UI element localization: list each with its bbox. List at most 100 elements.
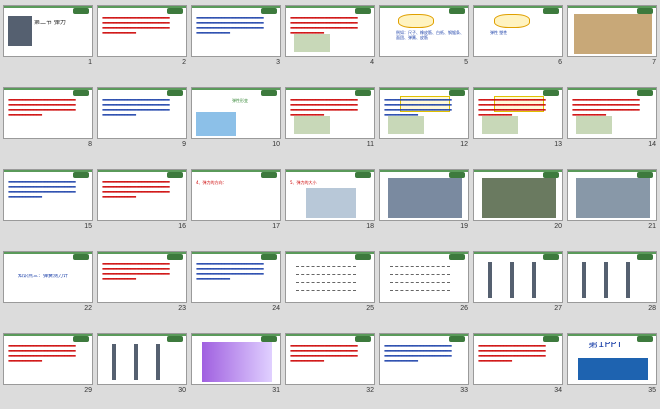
slide-text: 弹性形变 [232,98,248,103]
slide-thumbnail-11[interactable]: ▬▬▬▬▬▬▬▬▬▬▬▬ ▬▬▬▬▬▬▬▬▬▬▬▬ ▬▬▬▬▬▬▬▬▬▬▬▬ ▬… [284,86,378,152]
slide-preview: ▬▬▬▬▬▬▬▬▬▬▬▬ ▬▬▬▬▬▬▬▬▬▬▬▬ ▬▬▬▬▬▬▬▬▬▬▬▬ ▬… [285,333,375,385]
logo-badge [543,254,559,260]
slide-preview: ▬▬▬▬▬▬▬▬▬▬▬▬ ▬▬▬▬▬▬▬▬▬▬▬▬ ▬▬▬▬▬▬▬▬▬▬▬▬ ▬… [567,87,657,139]
slide-thumbnail-25[interactable]: 25 [284,250,378,316]
cloud-bubble [494,14,530,28]
slide-number: 1 [88,59,92,66]
slide-preview: 5、弹力的大小 [285,169,375,221]
slide-preview: ▬▬▬▬▬▬▬▬▬▬▬▬ ▬▬▬▬▬▬▬▬▬▬▬▬ ▬▬▬▬▬▬▬▬▬▬▬▬ ▬… [285,87,375,139]
logo-badge [167,172,183,178]
slide-number: 21 [648,223,656,230]
logo-badge [637,254,653,260]
slide-thumbnail-22[interactable]: 知识点三：弹簧测力计 22 [2,250,96,316]
slide-text: ▬▬▬▬▬▬▬▬▬▬▬▬ ▬▬▬▬▬▬▬▬▬▬▬▬ ▬▬▬▬▬▬▬▬▬▬▬▬ ▬… [290,343,358,363]
slide-preview: 弹性形变 [191,87,281,139]
slide-thumbnail-3[interactable]: ▬▬▬▬▬▬▬▬▬▬▬▬ ▬▬▬▬▬▬▬▬▬▬▬▬ ▬▬▬▬▬▬▬▬▬▬▬▬ ▬… [190,4,284,70]
logo-badge [167,254,183,260]
slide-number: 22 [84,305,92,312]
slide-thumbnail-29[interactable]: ▬▬▬▬▬▬▬▬▬▬▬▬ ▬▬▬▬▬▬▬▬▬▬▬▬ ▬▬▬▬▬▬▬▬▬▬▬▬ ▬… [2,332,96,398]
slide-number: 28 [648,305,656,312]
slide-preview [473,251,563,303]
slide-text: ▬▬▬▬▬▬▬▬▬▬▬▬ ▬▬▬▬▬▬▬▬▬▬▬▬ ▬▬▬▬▬▬▬▬▬▬▬▬ ▬… [102,97,170,117]
slide-preview: ▬▬▬▬▬▬▬▬▬▬▬▬ ▬▬▬▬▬▬▬▬▬▬▬▬ ▬▬▬▬▬▬▬▬▬▬▬▬ ▬… [379,333,469,385]
logo-badge [543,8,559,14]
slide-thumbnail-2[interactable]: ▬▬▬▬▬▬▬▬▬▬▬▬ ▬▬▬▬▬▬▬▬▬▬▬▬ ▬▬▬▬▬▬▬▬▬▬▬▬ ▬… [96,4,190,70]
slide-text: ▬▬▬▬▬▬▬▬▬▬▬▬ ▬▬▬▬▬▬▬▬▬▬▬▬ ▬▬▬▬▬▬▬▬▬▬▬▬ ▬… [290,15,358,35]
slide-thumbnail-10[interactable]: 弹性形变 10 [190,86,284,152]
slide-preview: 例如：尺子、橡皮筋、白纸、钢锯条、面团、弹簧、皮筋 [379,5,469,57]
slide-thumbnail-15[interactable]: ▬▬▬▬▬▬▬▬▬▬▬▬ ▬▬▬▬▬▬▬▬▬▬▬▬ ▬▬▬▬▬▬▬▬▬▬▬▬ ▬… [2,168,96,234]
slide-thumbnail-21[interactable]: 21 [566,168,660,234]
slide-thumbnail-12[interactable]: ▬▬▬▬▬▬▬▬▬▬▬▬ ▬▬▬▬▬▬▬▬▬▬▬▬ ▬▬▬▬▬▬▬▬▬▬▬▬ ▬… [378,86,472,152]
spring-scale [112,344,116,380]
slide-preview [97,333,187,385]
slide-thumbnail-27[interactable]: 27 [472,250,566,316]
logo-badge [449,254,465,260]
slide-thumbnail-30[interactable]: 30 [96,332,190,398]
spring-line [296,282,356,285]
logo-badge [355,254,371,260]
slide-number: 9 [182,141,186,148]
slide-thumbnail-26[interactable]: 26 [378,250,472,316]
slide-text: ▬▬▬▬▬▬▬▬▬▬▬▬ ▬▬▬▬▬▬▬▬▬▬▬▬ ▬▬▬▬▬▬▬▬▬▬▬▬ ▬… [8,97,76,117]
slide-thumbnail-20[interactable]: 20 [472,168,566,234]
slide-thumbnail-33[interactable]: ▬▬▬▬▬▬▬▬▬▬▬▬ ▬▬▬▬▬▬▬▬▬▬▬▬ ▬▬▬▬▬▬▬▬▬▬▬▬ ▬… [378,332,472,398]
slide-preview: ▬▬▬▬▬▬▬▬▬▬▬▬ ▬▬▬▬▬▬▬▬▬▬▬▬ ▬▬▬▬▬▬▬▬▬▬▬▬ ▬… [97,87,187,139]
slide-thumbnail-32[interactable]: ▬▬▬▬▬▬▬▬▬▬▬▬ ▬▬▬▬▬▬▬▬▬▬▬▬ ▬▬▬▬▬▬▬▬▬▬▬▬ ▬… [284,332,378,398]
slide-preview: ▬▬▬▬▬▬▬▬▬▬▬▬ ▬▬▬▬▬▬▬▬▬▬▬▬ ▬▬▬▬▬▬▬▬▬▬▬▬ ▬… [97,5,187,57]
slide-thumbnail-18[interactable]: 5、弹力的大小 18 [284,168,378,234]
spring-scale [532,262,536,298]
slide-thumbnail-31[interactable]: 31 [190,332,284,398]
slide-number: 2 [182,59,186,66]
logo-badge [73,90,89,96]
slide-preview: 第二节 弹力 [3,5,93,57]
slide-text: ▬▬▬▬▬▬▬▬▬▬▬▬ ▬▬▬▬▬▬▬▬▬▬▬▬ ▬▬▬▬▬▬▬▬▬▬▬▬ ▬… [478,97,546,117]
slide-number: 25 [366,305,374,312]
slide-preview: ▬▬▬▬▬▬▬▬▬▬▬▬ ▬▬▬▬▬▬▬▬▬▬▬▬ ▬▬▬▬▬▬▬▬▬▬▬▬ ▬… [3,169,93,221]
slide-preview: 第1PPT [567,333,657,385]
slide-thumbnail-28[interactable]: 28 [566,250,660,316]
slide-thumbnail-7[interactable]: 7 [566,4,660,70]
slide-number: 32 [366,387,374,394]
slide-number: 11 [366,141,374,148]
slide-number: 23 [178,305,186,312]
slide-thumbnail-9[interactable]: ▬▬▬▬▬▬▬▬▬▬▬▬ ▬▬▬▬▬▬▬▬▬▬▬▬ ▬▬▬▬▬▬▬▬▬▬▬▬ ▬… [96,86,190,152]
slide-number: 20 [554,223,562,230]
slide-preview: 弹性 塑性 [473,5,563,57]
slide-text: 4、弹力的方向： [196,180,227,185]
illustration [196,112,236,136]
slide-text: 知识点三：弹簧测力计 [18,274,69,279]
logo-badge [355,90,371,96]
slide-thumbnail-35[interactable]: 第1PPT 35 [566,332,660,398]
slide-thumbnail-5[interactable]: 例如：尺子、橡皮筋、白纸、钢锯条、面团、弹簧、皮筋 5 [378,4,472,70]
slide-text: ▬▬▬▬▬▬▬▬▬▬▬▬ ▬▬▬▬▬▬▬▬▬▬▬▬ ▬▬▬▬▬▬▬▬▬▬▬▬ ▬… [572,97,640,117]
slide-number: 30 [178,387,186,394]
slide-thumbnail-1[interactable]: 第二节 弹力 1 [2,4,96,70]
slide-thumbnail-34[interactable]: ▬▬▬▬▬▬▬▬▬▬▬▬ ▬▬▬▬▬▬▬▬▬▬▬▬ ▬▬▬▬▬▬▬▬▬▬▬▬ ▬… [472,332,566,398]
slide-text: ▬▬▬▬▬▬▬▬▬▬▬▬ ▬▬▬▬▬▬▬▬▬▬▬▬ ▬▬▬▬▬▬▬▬▬▬▬▬ ▬… [8,343,76,363]
slide-text: ▬▬▬▬▬▬▬▬▬▬▬▬ ▬▬▬▬▬▬▬▬▬▬▬▬ ▬▬▬▬▬▬▬▬▬▬▬▬ ▬… [384,97,452,117]
slide-thumbnail-19[interactable]: 19 [378,168,472,234]
slide-number: 8 [88,141,92,148]
slide-thumbnail-23[interactable]: ▬▬▬▬▬▬▬▬▬▬▬▬ ▬▬▬▬▬▬▬▬▬▬▬▬ ▬▬▬▬▬▬▬▬▬▬▬▬ ▬… [96,250,190,316]
slide-preview [285,251,375,303]
slide-preview: ▬▬▬▬▬▬▬▬▬▬▬▬ ▬▬▬▬▬▬▬▬▬▬▬▬ ▬▬▬▬▬▬▬▬▬▬▬▬ ▬… [3,333,93,385]
slide-text: ▬▬▬▬▬▬▬▬▬▬▬▬ ▬▬▬▬▬▬▬▬▬▬▬▬ ▬▬▬▬▬▬▬▬▬▬▬▬ ▬… [102,261,170,281]
slide-number: 29 [84,387,92,394]
photo [576,178,650,218]
slide-number: 17 [272,223,280,230]
slide-thumbnail-8[interactable]: ▬▬▬▬▬▬▬▬▬▬▬▬ ▬▬▬▬▬▬▬▬▬▬▬▬ ▬▬▬▬▬▬▬▬▬▬▬▬ ▬… [2,86,96,152]
slide-thumbnail-17[interactable]: 4、弹力的方向： 17 [190,168,284,234]
slide-text: ▬▬▬▬▬▬▬▬▬▬▬▬ ▬▬▬▬▬▬▬▬▬▬▬▬ ▬▬▬▬▬▬▬▬▬▬▬▬ ▬… [102,179,170,199]
logo-badge [543,90,559,96]
slide-thumbnail-14[interactable]: ▬▬▬▬▬▬▬▬▬▬▬▬ ▬▬▬▬▬▬▬▬▬▬▬▬ ▬▬▬▬▬▬▬▬▬▬▬▬ ▬… [566,86,660,152]
slide-thumbnail-13[interactable]: ▬▬▬▬▬▬▬▬▬▬▬▬ ▬▬▬▬▬▬▬▬▬▬▬▬ ▬▬▬▬▬▬▬▬▬▬▬▬ ▬… [472,86,566,152]
spring-line [296,274,356,277]
slide-preview: 4、弹力的方向： [191,169,281,221]
slide-thumbnail-4[interactable]: ▬▬▬▬▬▬▬▬▬▬▬▬ ▬▬▬▬▬▬▬▬▬▬▬▬ ▬▬▬▬▬▬▬▬▬▬▬▬ ▬… [284,4,378,70]
spring-scale [510,262,514,298]
slide-thumbnail-6[interactable]: 弹性 塑性 6 [472,4,566,70]
slide-thumbnail-16[interactable]: ▬▬▬▬▬▬▬▬▬▬▬▬ ▬▬▬▬▬▬▬▬▬▬▬▬ ▬▬▬▬▬▬▬▬▬▬▬▬ ▬… [96,168,190,234]
slide-thumbnail-24[interactable]: ▬▬▬▬▬▬▬▬▬▬▬▬ ▬▬▬▬▬▬▬▬▬▬▬▬ ▬▬▬▬▬▬▬▬▬▬▬▬ ▬… [190,250,284,316]
slide-number: 31 [272,387,280,394]
